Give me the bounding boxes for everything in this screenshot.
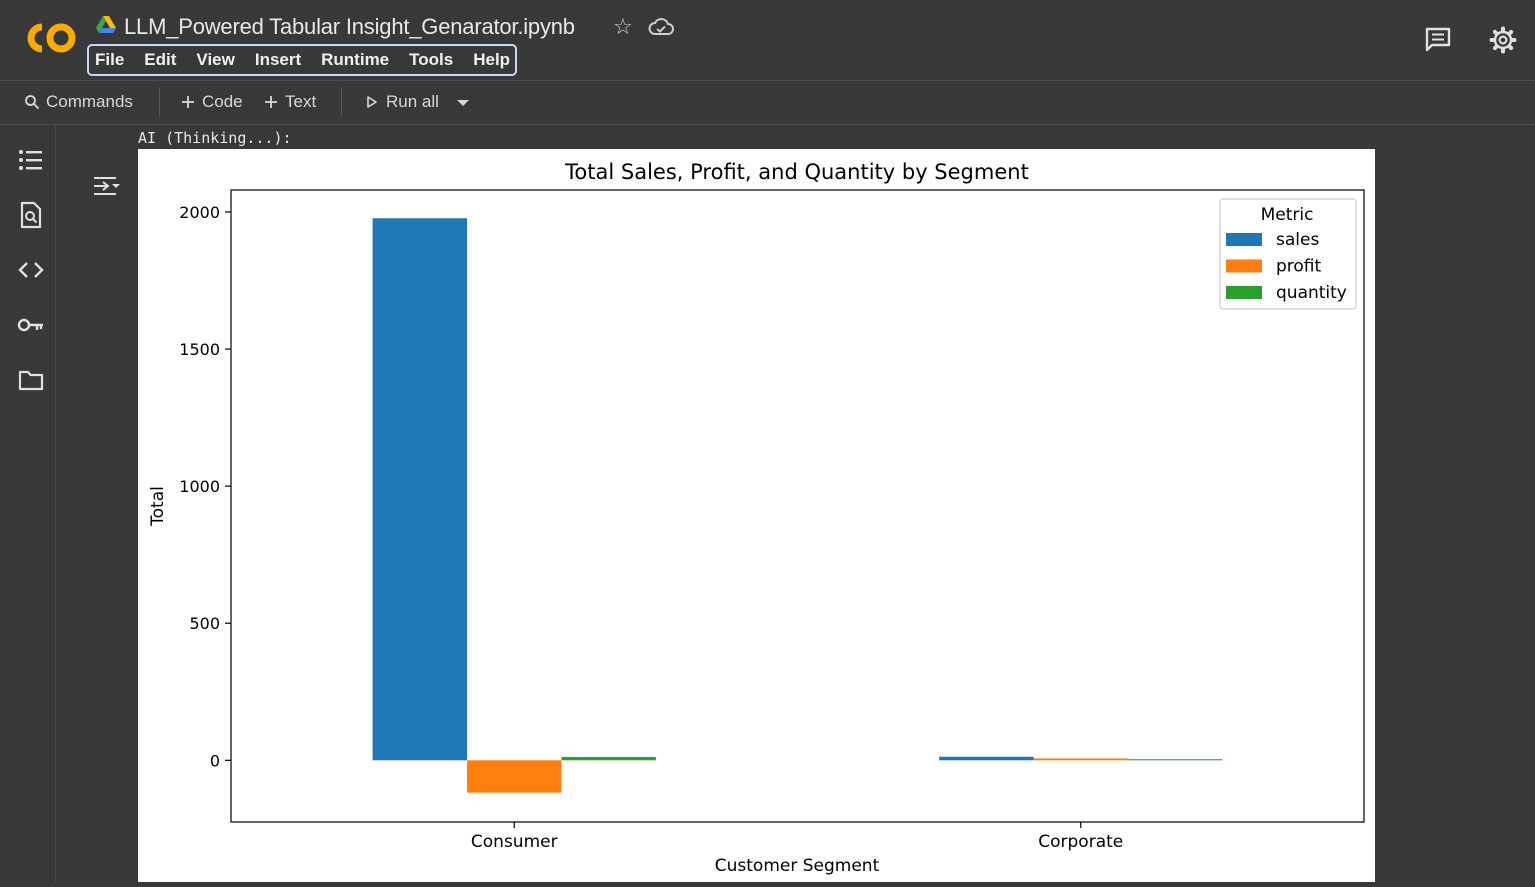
- legend-label-quantity: quantity: [1276, 283, 1347, 303]
- run-all-label: Run all: [386, 92, 439, 111]
- left-side-rail: [0, 125, 56, 882]
- menu-runtime[interactable]: Runtime: [321, 50, 389, 70]
- text-label: Text: [285, 92, 317, 111]
- chart-title: Total Sales, Profit, and Quantity by Seg…: [564, 160, 1029, 184]
- plus-icon: [265, 96, 277, 108]
- commands-label: Commands: [46, 92, 133, 111]
- y-axis: 0 500 1000 1500 2000: [179, 203, 231, 770]
- run-all-button[interactable]: Run all: [364, 92, 439, 112]
- y-tick-label: 1000: [179, 477, 220, 496]
- x-tick-label: Consumer: [471, 832, 558, 852]
- add-text-button[interactable]: Text: [263, 92, 316, 112]
- toolbar-divider: [341, 87, 342, 117]
- menu-insert[interactable]: Insert: [255, 50, 301, 70]
- legend-swatch-sales: [1226, 233, 1262, 246]
- comment-icon[interactable]: [1424, 26, 1452, 52]
- x-axis-label: Customer Segment: [715, 856, 880, 876]
- menu-file[interactable]: File: [95, 50, 124, 70]
- legend-label-sales: sales: [1276, 230, 1319, 250]
- find-icon[interactable]: [17, 201, 45, 229]
- drive-icon: [96, 16, 116, 33]
- bar-profit-corporate: [1033, 758, 1128, 761]
- chart-legend: Metric sales profit quantity: [1219, 198, 1357, 310]
- y-tick-label: 1500: [179, 340, 220, 359]
- menu-edit[interactable]: Edit: [144, 50, 176, 70]
- bar-profit-consumer: [467, 760, 562, 793]
- notebook-toolbar: Commands Code Text Run all: [0, 81, 1535, 125]
- run-all-dropdown-icon[interactable]: [456, 98, 470, 108]
- bar-quantity-corporate: [1127, 759, 1223, 761]
- legend-swatch-profit: [1226, 259, 1262, 273]
- chart-figure: Total Sales, Profit, and Quantity by Seg…: [138, 149, 1375, 882]
- bar-sales-consumer: [372, 218, 468, 761]
- cloud-icon[interactable]: [648, 17, 674, 37]
- toolbar-divider: [159, 87, 160, 117]
- secrets-key-icon[interactable]: [17, 311, 45, 339]
- add-code-button[interactable]: Code: [180, 92, 243, 112]
- menu-help[interactable]: Help: [473, 50, 510, 70]
- menu-view[interactable]: View: [196, 50, 234, 70]
- output-actions-icon[interactable]: [92, 173, 122, 199]
- legend-label-profit: profit: [1276, 257, 1322, 277]
- code-snippets-icon[interactable]: [17, 256, 45, 284]
- x-tick-label: Corporate: [1038, 832, 1123, 852]
- ai-status-text: AI (Thinking...):: [138, 129, 292, 147]
- star-icon[interactable]: ☆: [613, 14, 633, 40]
- legend-title: Metric: [1261, 205, 1314, 225]
- plus-icon: [182, 96, 194, 108]
- bar-sales-corporate: [939, 756, 1034, 761]
- y-tick-label: 2000: [179, 203, 220, 222]
- files-folder-icon[interactable]: [17, 366, 45, 394]
- y-axis-label: Total: [148, 486, 168, 527]
- menu-tools[interactable]: Tools: [409, 50, 453, 70]
- colab-logo[interactable]: [20, 18, 78, 58]
- play-icon: [367, 96, 377, 108]
- app-header: LLM_Powered Tabular Insight_Genarator.ip…: [0, 0, 1535, 81]
- bars-layer: [372, 218, 1223, 793]
- notebook-title[interactable]: LLM_Powered Tabular Insight_Genarator.ip…: [124, 14, 575, 40]
- search-icon: [25, 95, 40, 110]
- settings-icon[interactable]: [1489, 26, 1517, 54]
- menu-bar: File Edit View Insert Runtime Tools Help: [87, 44, 517, 76]
- x-axis: Consumer Corporate: [471, 822, 1123, 852]
- commands-button[interactable]: Commands: [24, 92, 133, 112]
- y-tick-label: 0: [210, 751, 220, 770]
- bar-quantity-consumer: [561, 757, 656, 761]
- code-label: Code: [202, 92, 243, 111]
- table-of-contents-icon[interactable]: [17, 146, 45, 174]
- legend-swatch-quantity: [1226, 286, 1262, 299]
- y-tick-label: 500: [189, 614, 220, 633]
- notebook-cell-area: AI (Thinking...): Total Sales, Profit, a…: [56, 125, 1535, 882]
- bar-chart: Total Sales, Profit, and Quantity by Seg…: [148, 160, 1365, 876]
